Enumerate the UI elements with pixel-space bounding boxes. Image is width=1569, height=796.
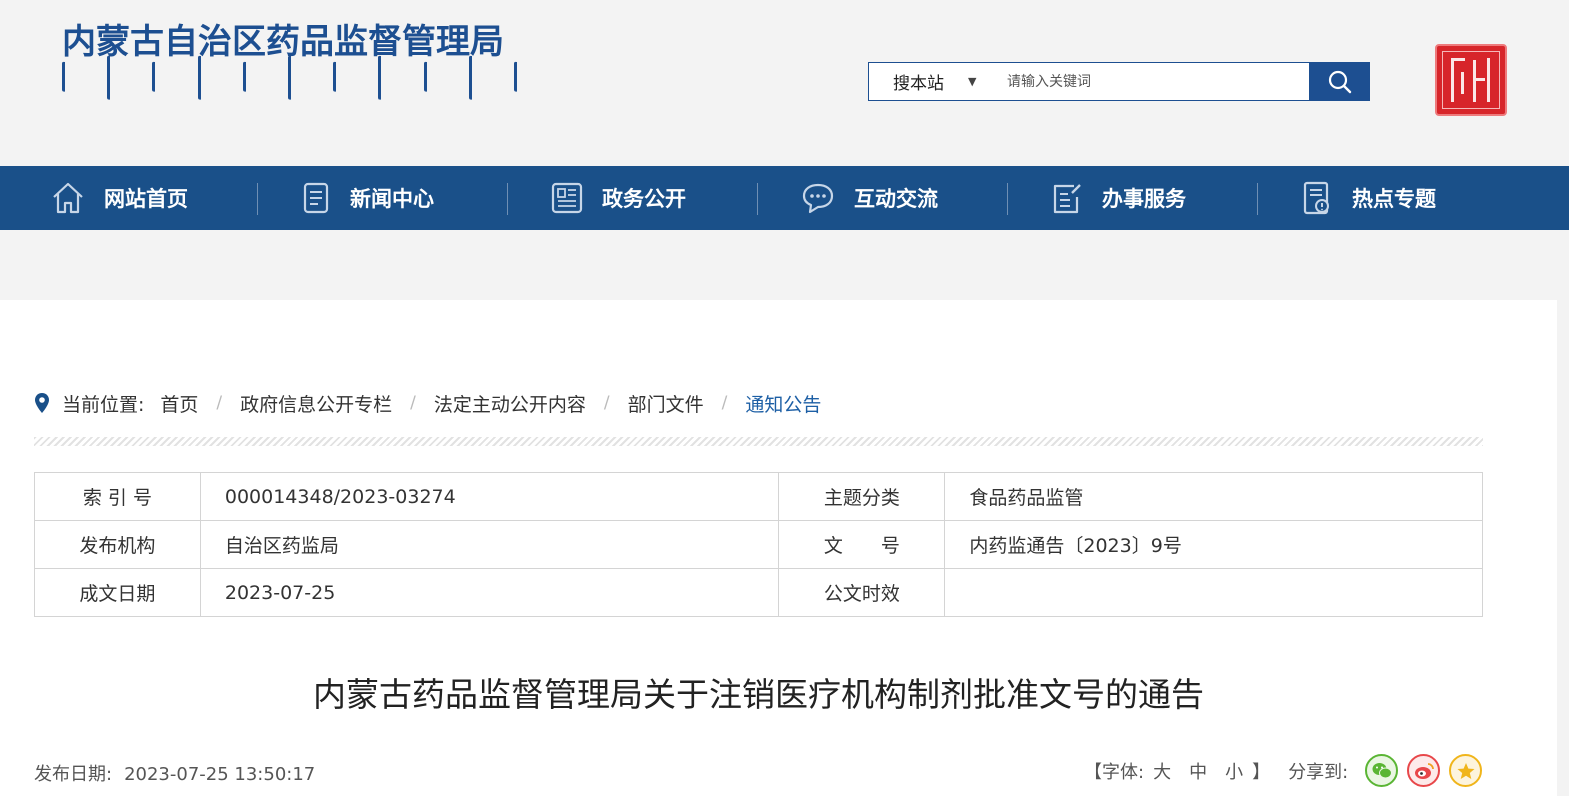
mongolian-script-logo bbox=[62, 55, 522, 106]
nav-label: 互动交流 bbox=[854, 187, 938, 211]
nav-item-home[interactable]: 网站首页 bbox=[8, 166, 258, 230]
nav-label: 政务公开 bbox=[602, 187, 686, 211]
content-area: 当前位置: 首页 / 政府信息公开专栏 / 法定主动公开内容 / 部门文件 / … bbox=[0, 300, 1557, 796]
hot-topic-icon bbox=[1303, 181, 1329, 215]
edit-document-icon bbox=[1053, 184, 1081, 214]
font-size-large[interactable]: 大 bbox=[1153, 758, 1171, 784]
date-value: 2023-07-25 bbox=[199, 568, 780, 617]
caret-down-icon: ▼ bbox=[968, 75, 977, 88]
topic-value: 食品药品监管 bbox=[944, 472, 1483, 521]
seal-logo bbox=[1435, 44, 1507, 116]
index-no-label: 索 引 号 bbox=[34, 472, 201, 521]
font-size-medium[interactable]: 中 bbox=[1189, 758, 1207, 784]
nav-label: 办事服务 bbox=[1102, 187, 1186, 211]
document-meta-table: 索 引 号 000014348/2023-03274 主题分类 食品药品监管 发… bbox=[34, 472, 1483, 617]
article-tools: 【字体: 大 中 小 】 分享到: bbox=[1084, 754, 1483, 787]
nav-item-services[interactable]: 办事服务 bbox=[1008, 166, 1258, 230]
publish-info: 发布日期: 2023-07-25 13:50:17 bbox=[34, 760, 315, 786]
chat-icon bbox=[802, 183, 834, 214]
breadcrumb-notices[interactable]: 通知公告 bbox=[745, 390, 821, 417]
index-no-value: 000014348/2023-03274 bbox=[199, 472, 780, 521]
home-icon bbox=[53, 182, 83, 214]
search-input[interactable] bbox=[993, 63, 1309, 100]
breadcrumb-separator: / bbox=[216, 393, 223, 413]
breadcrumb-dept-docs[interactable]: 部门文件 bbox=[628, 390, 704, 417]
share-label: 分享到: bbox=[1288, 761, 1349, 783]
breadcrumb-separator: / bbox=[721, 393, 728, 413]
site-header: 内蒙古自治区药品监督管理局 搜本站 ▼ bbox=[0, 0, 1569, 166]
font-size-small[interactable]: 小 bbox=[1225, 758, 1243, 784]
validity-label: 公文时效 bbox=[778, 568, 946, 617]
news-icon bbox=[303, 182, 329, 214]
breadcrumb: 当前位置: 首页 / 政府信息公开专栏 / 法定主动公开内容 / 部门文件 / … bbox=[34, 388, 821, 418]
nav-item-interaction[interactable]: 互动交流 bbox=[758, 166, 1008, 230]
divider-stripe bbox=[34, 437, 1483, 446]
publisher-label: 发布机构 bbox=[34, 520, 201, 569]
location-pin-icon bbox=[35, 393, 49, 413]
breadcrumb-gov-info[interactable]: 政府信息公开专栏 bbox=[240, 390, 392, 417]
date-label: 成文日期 bbox=[34, 568, 201, 617]
font-size-open: 【字体: bbox=[1084, 761, 1145, 783]
nav-label: 热点专题 bbox=[1352, 187, 1436, 211]
search-button[interactable] bbox=[1309, 62, 1370, 101]
search-scope-label: 搜本站 bbox=[893, 74, 944, 94]
validity-value bbox=[944, 568, 1483, 617]
search-scope-select[interactable]: 搜本站 ▼ bbox=[869, 63, 993, 100]
topic-label: 主题分类 bbox=[778, 472, 946, 521]
search-icon bbox=[1328, 70, 1351, 93]
publish-time: 2023-07-25 13:50:17 bbox=[124, 764, 316, 785]
font-size-close: 】 bbox=[1252, 761, 1271, 783]
publish-label: 发布日期: bbox=[34, 764, 113, 785]
article-title: 内蒙古药品监督管理局关于注销医疗机构制剂批准文号的通告 bbox=[313, 675, 1204, 714]
search-box: 搜本站 ▼ bbox=[868, 62, 1370, 101]
breadcrumb-home[interactable]: 首页 bbox=[160, 390, 198, 417]
banner-gap bbox=[0, 230, 1569, 300]
nav-item-hot-topics[interactable]: 热点专题 bbox=[1258, 166, 1508, 230]
nav-item-news[interactable]: 新闻中心 bbox=[258, 166, 508, 230]
nav-item-gov-affairs[interactable]: 政务公开 bbox=[508, 166, 758, 230]
newspaper-icon bbox=[551, 182, 583, 214]
breadcrumb-separator: / bbox=[410, 393, 416, 413]
nav-label: 网站首页 bbox=[104, 187, 188, 211]
breadcrumb-statutory[interactable]: 法定主动公开内容 bbox=[434, 390, 586, 417]
table-row: 索 引 号 000014348/2023-03274 主题分类 食品药品监管 bbox=[34, 472, 1483, 521]
wechat-icon[interactable] bbox=[1365, 754, 1399, 787]
breadcrumb-label: 当前位置: bbox=[62, 393, 145, 416]
table-row: 成文日期 2023-07-25 公文时效 bbox=[34, 568, 1483, 617]
breadcrumb-separator: / bbox=[603, 393, 610, 413]
weibo-icon[interactable] bbox=[1407, 754, 1441, 787]
qzone-icon[interactable] bbox=[1449, 754, 1483, 787]
doc-no-label: 文 号 bbox=[778, 520, 946, 569]
main-nav: 网站首页 新闻中心 政务公开 互动交流 办事服务 热点专题 bbox=[0, 166, 1569, 230]
nav-label: 新闻中心 bbox=[350, 187, 434, 211]
table-row: 发布机构 自治区药监局 文 号 内药监通告〔2023〕9号 bbox=[34, 520, 1483, 569]
doc-no-value: 内药监通告〔2023〕9号 bbox=[944, 520, 1483, 569]
publisher-value: 自治区药监局 bbox=[199, 520, 780, 569]
